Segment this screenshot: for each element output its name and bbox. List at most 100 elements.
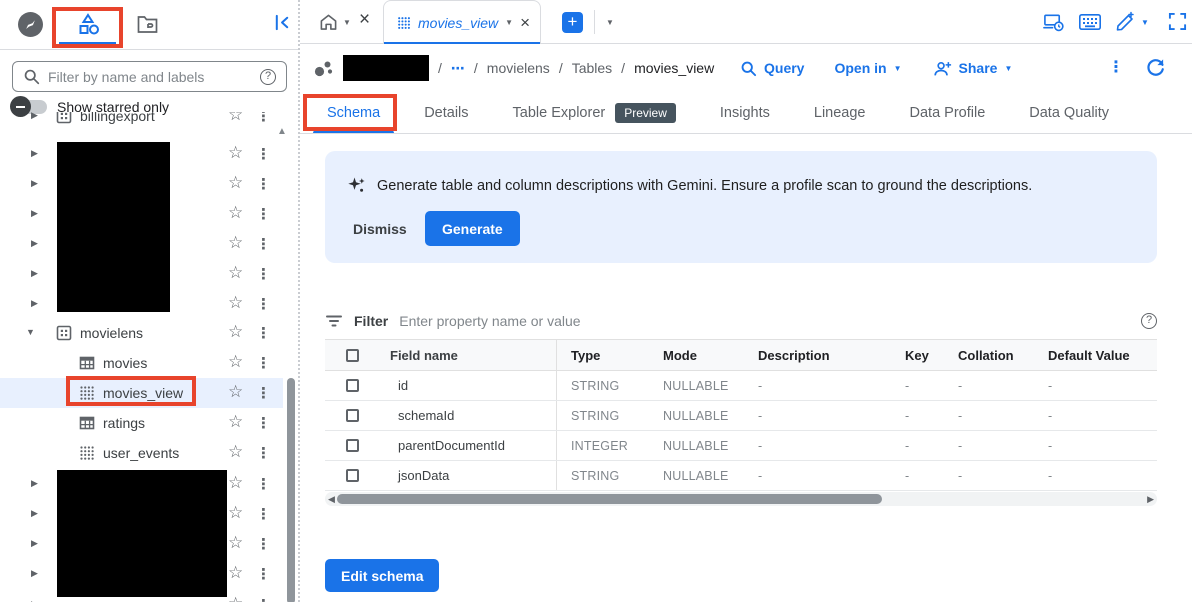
property-filter-input[interactable] [399,313,1130,329]
tree-item-ratings[interactable]: ratings ☆ ⋮ [0,408,283,438]
tree-item-movielens[interactable]: ▼ movielens ☆ ⋮ [0,318,283,348]
dismiss-button[interactable]: Dismiss [339,213,421,245]
share-button[interactable]: Share ▼ [932,60,1013,77]
star-icon[interactable]: ☆ [228,233,243,253]
scrollbar-thumb[interactable] [337,494,882,504]
close-tab-icon[interactable]: × [359,10,370,29]
expand-icon[interactable]: ▶ [31,148,38,159]
query-button[interactable]: Query [740,60,804,77]
tab-data-quality[interactable]: Data Quality [1007,92,1131,133]
tree-item-movies[interactable]: movies ☆ ⋮ [0,348,283,378]
new-tab-button[interactable]: + [562,12,583,33]
studio-resources-icon[interactable] [75,11,101,38]
tree-scrollbar-thumb[interactable] [287,378,295,602]
kebab-menu-icon[interactable]: ⋮ [256,235,271,253]
refresh-icon[interactable] [1145,57,1166,78]
kebab-menu-icon[interactable]: ⋮ [256,324,271,342]
crumb-section[interactable]: Tables [572,60,612,76]
kebab-menu-icon[interactable]: ⋮ [256,145,271,163]
scrollbar-up-icon[interactable]: ▲ [277,126,287,137]
kebab-menu-icon[interactable]: ⋮ [256,414,271,432]
gemini-assist-pen-icon[interactable] [1115,11,1136,32]
tab-details[interactable]: Details [402,92,490,133]
star-icon[interactable]: ☆ [228,503,243,523]
edit-schema-button[interactable]: Edit schema [325,559,439,592]
tree-item-user-events[interactable]: user_events ☆ ⋮ [0,438,283,468]
kebab-menu-icon[interactable]: ⋮ [256,354,271,372]
star-icon[interactable]: ☆ [228,143,243,163]
star-icon[interactable]: ☆ [228,442,243,462]
star-icon[interactable]: ☆ [228,112,243,125]
tab-caret-icon[interactable]: ▼ [505,18,513,27]
tab-insights[interactable]: Insights [698,92,792,133]
row-checkbox[interactable] [346,439,359,452]
kebab-menu-icon[interactable]: ⋮ [256,384,271,402]
kebab-menu-icon[interactable]: ⋮ [256,535,271,553]
star-icon[interactable]: ☆ [228,203,243,223]
gemini-assist-caret-icon[interactable]: ▼ [1141,18,1149,27]
home-tab-caret-icon[interactable]: ▼ [343,18,351,27]
select-all-checkbox[interactable] [346,349,359,362]
kebab-menu-icon[interactable]: ⋮ [256,596,271,602]
tab-lineage[interactable]: Lineage [792,92,888,133]
collapse-panel-icon[interactable] [273,13,292,32]
more-actions-kebab-icon[interactable]: ⋮ [1108,57,1124,77]
kebab-menu-icon[interactable]: ⋮ [256,205,271,223]
kebab-menu-icon[interactable]: ⋮ [256,505,271,523]
tab-schema[interactable]: Schema [305,92,402,133]
expand-icon[interactable]: ▶ [31,298,38,309]
sidebar-filter-input[interactable] [48,69,252,85]
star-icon[interactable]: ☆ [228,293,243,313]
star-icon[interactable]: ☆ [228,563,243,583]
tab-overflow-caret-icon[interactable]: ▼ [606,18,614,27]
scheduled-session-icon[interactable] [1043,12,1064,32]
home-tab-icon[interactable] [319,13,338,31]
kebab-menu-icon[interactable]: ⋮ [256,475,271,493]
expand-icon[interactable]: ▶ [31,268,38,279]
expand-icon[interactable]: ▶ [31,178,38,189]
expand-icon[interactable]: ▶ [31,112,38,121]
generate-button[interactable]: Generate [425,211,520,246]
keyboard-shortcuts-icon[interactable] [1079,14,1101,30]
tab-data-profile[interactable]: Data Profile [888,92,1008,133]
star-icon[interactable]: ☆ [228,263,243,283]
crumb-dataset[interactable]: movielens [487,60,550,76]
breadcrumb-ellipsis[interactable]: ⋯ [451,60,465,77]
open-in-button[interactable]: Open in ▼ [834,60,901,76]
row-checkbox[interactable] [346,469,359,482]
table-horizontal-scrollbar[interactable]: ◀ ▶ [325,492,1157,506]
kebab-menu-icon[interactable]: ⋮ [256,175,271,193]
tab-movies-view[interactable]: movies_view ▼ × [383,0,541,44]
star-icon[interactable]: ☆ [228,533,243,553]
star-icon[interactable]: ☆ [228,412,243,432]
star-icon[interactable]: ☆ [228,322,243,342]
filter-help-icon[interactable]: ? [1141,313,1157,329]
row-checkbox[interactable] [346,409,359,422]
explorer-compass-icon[interactable] [18,12,43,37]
expand-icon[interactable]: ▶ [31,568,38,579]
filter-help-icon[interactable]: ? [260,69,276,85]
expand-icon[interactable]: ▶ [31,208,38,219]
star-icon[interactable]: ☆ [228,173,243,193]
kebab-menu-icon[interactable]: ⋮ [256,295,271,313]
kebab-menu-icon[interactable]: ⋮ [256,112,271,125]
kebab-menu-icon[interactable]: ⋮ [256,444,271,462]
kebab-menu-icon[interactable]: ⋮ [256,565,271,583]
scroll-left-icon[interactable]: ◀ [328,494,335,505]
fullscreen-icon[interactable] [1168,12,1187,31]
expand-icon[interactable]: ▶ [31,538,38,549]
tree-item-billingexport[interactable]: ▶ billingexport ☆ ⋮ [0,112,283,131]
notebooks-folder-icon[interactable] [137,15,158,34]
tab-table-explorer[interactable]: Table Explorer Preview [491,92,698,133]
kebab-menu-icon[interactable]: ⋮ [256,265,271,283]
expand-icon[interactable]: ▶ [31,238,38,249]
star-icon[interactable]: ☆ [228,382,243,402]
collapse-icon[interactable]: ▼ [26,327,35,337]
star-icon[interactable]: ☆ [228,594,243,602]
star-icon[interactable]: ☆ [228,473,243,493]
expand-icon[interactable]: ▶ [31,478,38,489]
expand-icon[interactable]: ▶ [31,508,38,519]
row-checkbox[interactable] [346,379,359,392]
tree-item-movies-view[interactable]: movies_view ☆ ⋮ [0,378,283,408]
scroll-right-icon[interactable]: ▶ [1147,494,1154,505]
